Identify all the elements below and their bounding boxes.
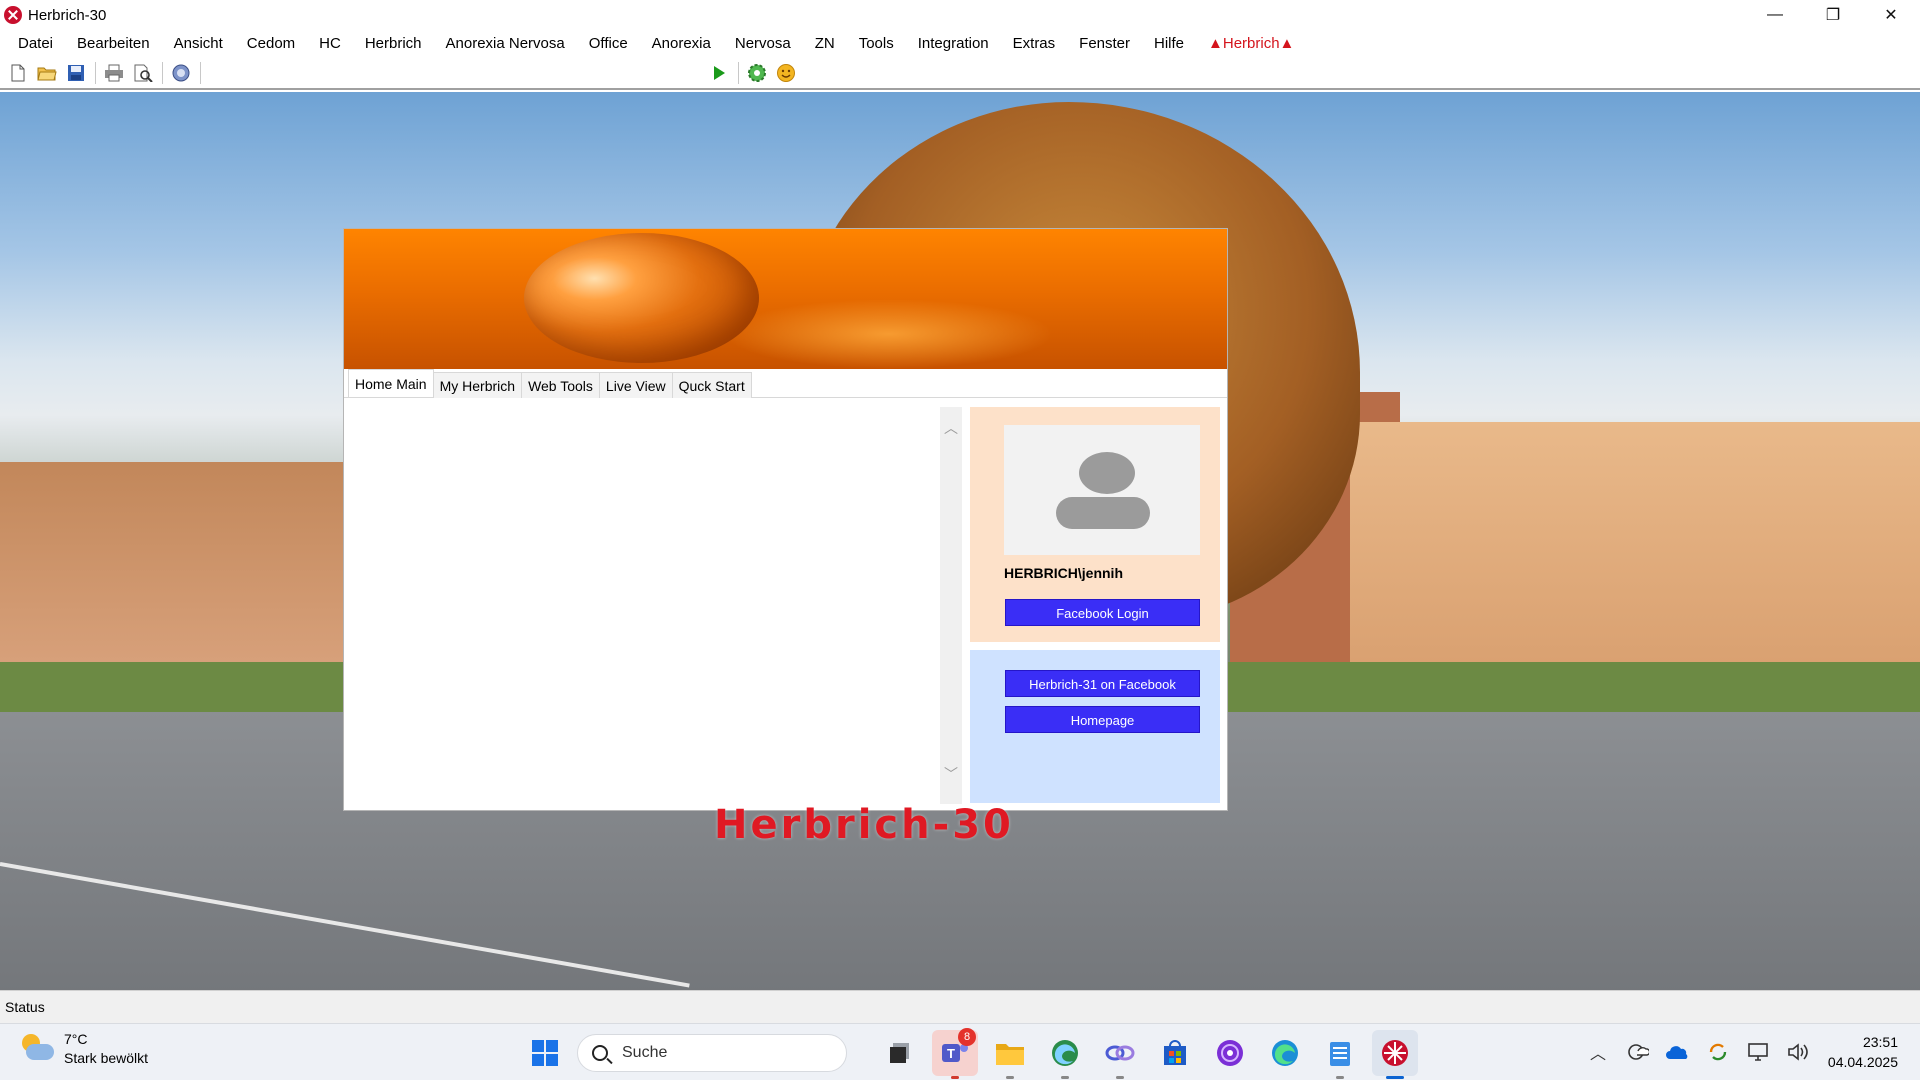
restore-button[interactable]: ❐ <box>1804 0 1862 30</box>
scroll-down-icon[interactable]: ﹀ <box>944 767 958 781</box>
search-icon <box>592 1045 608 1061</box>
menu-herbrich-special[interactable]: ▲Herbrich▲ <box>1196 30 1306 57</box>
herbrich-app-icon[interactable] <box>1372 1030 1418 1079</box>
search-placeholder: Suche <box>622 1044 668 1061</box>
weather-condition: Stark bewölkt <box>64 1050 149 1066</box>
emoji-icon[interactable] <box>774 61 798 85</box>
svg-text:T: T <box>947 1046 955 1061</box>
print-preview-icon[interactable] <box>131 61 155 85</box>
window-controls: — ❐ ✕ <box>1746 0 1920 30</box>
store-icon[interactable] <box>1152 1030 1198 1076</box>
username-label: HERBRICH\jennih <box>1004 565 1123 581</box>
weather-widget[interactable]: 7°C Stark bewölkt <box>20 1030 148 1068</box>
new-file-icon[interactable] <box>6 61 30 85</box>
tab-home-main[interactable]: Home Main <box>348 369 434 397</box>
menu-herbrich[interactable]: Herbrich <box>353 30 434 57</box>
menu-bar: Datei Bearbeiten Ansicht Cedom HC Herbri… <box>0 30 1920 57</box>
toolbar-separator <box>200 61 201 84</box>
home-banner <box>344 229 1227 369</box>
menu-fenster[interactable]: Fenster <box>1067 30 1142 57</box>
avatar-body-icon <box>1056 497 1150 529</box>
minimize-button[interactable]: — <box>1746 0 1804 30</box>
clock-time: 23:51 <box>1862 1034 1898 1050</box>
edge-icon[interactable] <box>1262 1030 1308 1076</box>
banner-drop-image <box>524 233 759 363</box>
weather-cloud-icon <box>20 1032 54 1066</box>
content-scrollbar[interactable]: ︿ ﹀ <box>940 407 962 804</box>
menu-integration[interactable]: Integration <box>906 30 1001 57</box>
settings-gear-icon[interactable] <box>745 61 769 85</box>
menu-anorexia-nervosa[interactable]: Anorexia Nervosa <box>434 30 577 57</box>
podcast-icon[interactable] <box>1207 1030 1253 1076</box>
scroll-up-icon[interactable]: ︿ <box>944 421 958 435</box>
teams-badge: 8 <box>958 1028 976 1046</box>
clock-date: 04.04.2025 <box>1827 1054 1898 1070</box>
toolbar-separator <box>738 61 739 84</box>
menu-hc[interactable]: HC <box>307 30 353 57</box>
title-bar: Herbrich-30 — ❐ ✕ <box>0 0 1920 30</box>
status-bar: Status <box>0 990 1920 1023</box>
background-building <box>1350 422 1920 672</box>
background-building <box>0 462 345 662</box>
chevron-up-icon[interactable]: ︿ <box>1584 1038 1612 1066</box>
home-tabs: Home Main My Herbrich Web Tools Live Vie… <box>348 369 752 398</box>
menu-hilfe[interactable]: Hilfe <box>1142 30 1196 57</box>
taskbar-clock[interactable]: 23:51 04.04.2025 <box>1828 1032 1898 1072</box>
task-view-icon[interactable] <box>877 1030 923 1076</box>
play-icon[interactable] <box>707 61 731 85</box>
avatar <box>1004 425 1200 555</box>
save-icon[interactable] <box>64 61 88 85</box>
toolbar-separator <box>95 61 96 84</box>
menu-zn[interactable]: ZN <box>803 30 847 57</box>
profile-panel: HERBRICH\jennih Facebook Login <box>970 407 1220 642</box>
status-text: Status <box>5 999 45 1015</box>
taskbar-search-input[interactable]: Suche <box>577 1034 847 1072</box>
facebook-login-button[interactable]: Facebook Login <box>1005 599 1200 626</box>
menu-bearbeiten[interactable]: Bearbeiten <box>65 30 162 57</box>
weather-temp: 7°C <box>64 1031 88 1047</box>
network-icon[interactable] <box>1744 1038 1772 1066</box>
file-explorer-icon[interactable] <box>987 1030 1033 1079</box>
onedrive-icon[interactable] <box>1664 1038 1692 1066</box>
menu-datei[interactable]: Datei <box>6 30 65 57</box>
herbrich-overlay-title: Herbrich-30 <box>714 802 1014 848</box>
menu-tools[interactable]: Tools <box>847 30 906 57</box>
toolbar <box>0 57 1920 90</box>
toolbar-separator <box>162 61 163 84</box>
taskbar: 7°C Stark bewölkt Suche T 8 ︿ 23:51 04.0… <box>0 1023 1920 1080</box>
avatar-head-icon <box>1079 452 1135 494</box>
tab-quick-start[interactable]: Quck Start <box>671 372 752 398</box>
notepad-icon[interactable] <box>1317 1030 1363 1079</box>
sync-icon[interactable] <box>1704 1038 1732 1066</box>
banner-glow <box>724 299 1054 369</box>
tab-live-view[interactable]: Live View <box>598 372 673 398</box>
system-tray: ︿ <box>1584 1038 1824 1066</box>
print-icon[interactable] <box>102 61 126 85</box>
menu-office[interactable]: Office <box>577 30 640 57</box>
home-window: Home Main My Herbrich Web Tools Live Vie… <box>343 228 1228 811</box>
herbrich-app-icon <box>4 6 22 24</box>
close-button[interactable]: ✕ <box>1862 0 1920 30</box>
tab-my-herbrich[interactable]: My Herbrich <box>432 372 523 398</box>
teams-icon[interactable]: T 8 <box>932 1028 978 1079</box>
menu-nervosa[interactable]: Nervosa <box>723 30 803 57</box>
windows-start-icon[interactable] <box>522 1030 568 1076</box>
facebook-page-button[interactable]: Herbrich-31 on Facebook <box>1005 670 1200 697</box>
volume-icon[interactable] <box>1784 1038 1812 1066</box>
homepage-button[interactable]: Homepage <box>1005 706 1200 733</box>
links-panel: Herbrich-31 on Facebook Homepage <box>970 650 1220 803</box>
open-folder-icon[interactable] <box>35 61 59 85</box>
copilot-icon[interactable] <box>1097 1030 1143 1079</box>
web-icon[interactable] <box>169 61 193 85</box>
menu-ansicht[interactable]: Ansicht <box>162 30 235 57</box>
menu-cedom[interactable]: Cedom <box>235 30 307 57</box>
menu-extras[interactable]: Extras <box>1001 30 1068 57</box>
menu-anorexia[interactable]: Anorexia <box>640 30 723 57</box>
edge-dev-icon[interactable] <box>1042 1030 1088 1079</box>
cloud-sync-icon[interactable] <box>1624 1038 1652 1066</box>
taskbar-apps: Suche T 8 <box>522 1028 1427 1079</box>
home-content-area <box>350 407 940 804</box>
tab-web-tools[interactable]: Web Tools <box>521 372 600 398</box>
window-title: Herbrich-30 <box>28 6 107 24</box>
